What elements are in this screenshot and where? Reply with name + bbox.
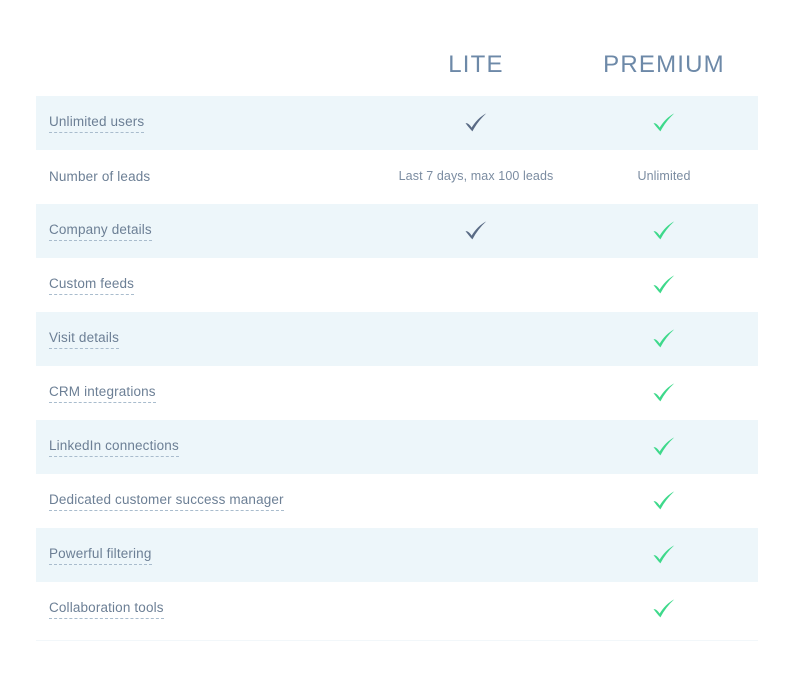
plan-value-empty	[476, 273, 477, 295]
checkmark-icon	[651, 598, 677, 620]
checkmark-icon	[651, 436, 677, 458]
feature-name-cell: CRM integrations	[36, 366, 382, 420]
checkmark-icon	[463, 220, 489, 242]
plan-value-cell-premium	[570, 96, 758, 150]
table-row: Collaboration tools	[36, 582, 758, 636]
plan-value-text: Last 7 days, max 100 leads	[398, 169, 554, 184]
feature-column-header	[36, 36, 382, 96]
table-bottom-divider	[36, 640, 758, 641]
table-body: Unlimited users Number of leads Last 7 day…	[36, 96, 758, 636]
checkmark-icon	[651, 490, 677, 512]
plan-value-empty	[476, 489, 477, 511]
feature-name-cell: Number of leads	[36, 150, 382, 204]
feature-name-cell: Custom feeds	[36, 258, 382, 312]
feature-label: Number of leads	[49, 168, 151, 184]
checkmark-icon	[651, 220, 677, 242]
feature-name-cell: Dedicated customer success manager	[36, 474, 382, 528]
checkmark-icon	[651, 544, 677, 566]
table-row: Company details	[36, 204, 758, 258]
feature-label[interactable]: Visit details	[49, 329, 119, 350]
plan-column-header-premium: PREMIUM	[570, 36, 758, 96]
checkmark-icon	[651, 382, 677, 404]
feature-name-cell: LinkedIn connections	[36, 420, 382, 474]
feature-label[interactable]: Company details	[49, 221, 152, 242]
table-row: Visit details	[36, 312, 758, 366]
plan-value-cell-lite	[382, 366, 570, 420]
table-row: Powerful filtering	[36, 528, 758, 582]
feature-label[interactable]: Powerful filtering	[49, 545, 152, 566]
checkmark-icon	[651, 274, 677, 296]
pricing-comparison-page: LITE PREMIUM Unlimited users Number of le…	[0, 0, 811, 675]
table-row: Custom feeds	[36, 258, 758, 312]
plan-value-cell-lite	[382, 474, 570, 528]
table-row: Number of leads Last 7 days, max 100 lead…	[36, 150, 758, 204]
table-row: CRM integrations	[36, 366, 758, 420]
checkmark-icon	[463, 112, 489, 134]
plan-value-cell-lite	[382, 312, 570, 366]
plan-comparison-table: LITE PREMIUM Unlimited users Number of le…	[36, 36, 758, 636]
feature-name-cell: Collaboration tools	[36, 582, 382, 636]
plan-value-cell-premium	[570, 312, 758, 366]
plan-value-empty	[476, 543, 477, 565]
plan-value-empty	[476, 381, 477, 403]
plan-value-text: Unlimited	[637, 169, 691, 184]
table-row: Dedicated customer success manager	[36, 474, 758, 528]
feature-name-cell: Powerful filtering	[36, 528, 382, 582]
plan-value-cell-premium	[570, 204, 758, 258]
table-row: Unlimited users	[36, 96, 758, 150]
feature-label[interactable]: CRM integrations	[49, 383, 156, 404]
feature-label[interactable]: Unlimited users	[49, 113, 145, 134]
plan-value-cell-premium	[570, 258, 758, 312]
feature-label[interactable]: LinkedIn connections	[49, 437, 179, 458]
plan-value-cell-premium	[570, 528, 758, 582]
checkmark-icon	[651, 112, 677, 134]
plan-value-cell-lite	[382, 420, 570, 474]
feature-name-cell: Unlimited users	[36, 96, 382, 150]
plan-value-cell-lite	[382, 258, 570, 312]
plan-column-header-lite: LITE	[382, 36, 570, 96]
feature-name-cell: Company details	[36, 204, 382, 258]
plan-value-cell-premium	[570, 420, 758, 474]
plan-value-cell-lite	[382, 528, 570, 582]
plan-value-empty	[476, 327, 477, 349]
table-header: LITE PREMIUM	[36, 36, 758, 96]
feature-label[interactable]: Dedicated customer success manager	[49, 491, 284, 512]
plan-value-empty	[476, 597, 477, 619]
plan-value-cell-lite	[382, 204, 570, 258]
table-row: LinkedIn connections	[36, 420, 758, 474]
checkmark-icon	[651, 328, 677, 350]
plan-value-cell-premium: Unlimited	[570, 150, 758, 204]
plan-value-cell-lite	[382, 96, 570, 150]
feature-label[interactable]: Collaboration tools	[49, 599, 164, 620]
plan-value-cell-premium	[570, 474, 758, 528]
feature-label[interactable]: Custom feeds	[49, 275, 135, 296]
plan-value-cell-lite	[382, 582, 570, 636]
header-row: LITE PREMIUM	[36, 36, 758, 96]
plan-value-cell-lite: Last 7 days, max 100 leads	[382, 150, 570, 204]
plan-value-cell-premium	[570, 582, 758, 636]
plan-value-empty	[476, 435, 477, 457]
feature-name-cell: Visit details	[36, 312, 382, 366]
plan-value-cell-premium	[570, 366, 758, 420]
